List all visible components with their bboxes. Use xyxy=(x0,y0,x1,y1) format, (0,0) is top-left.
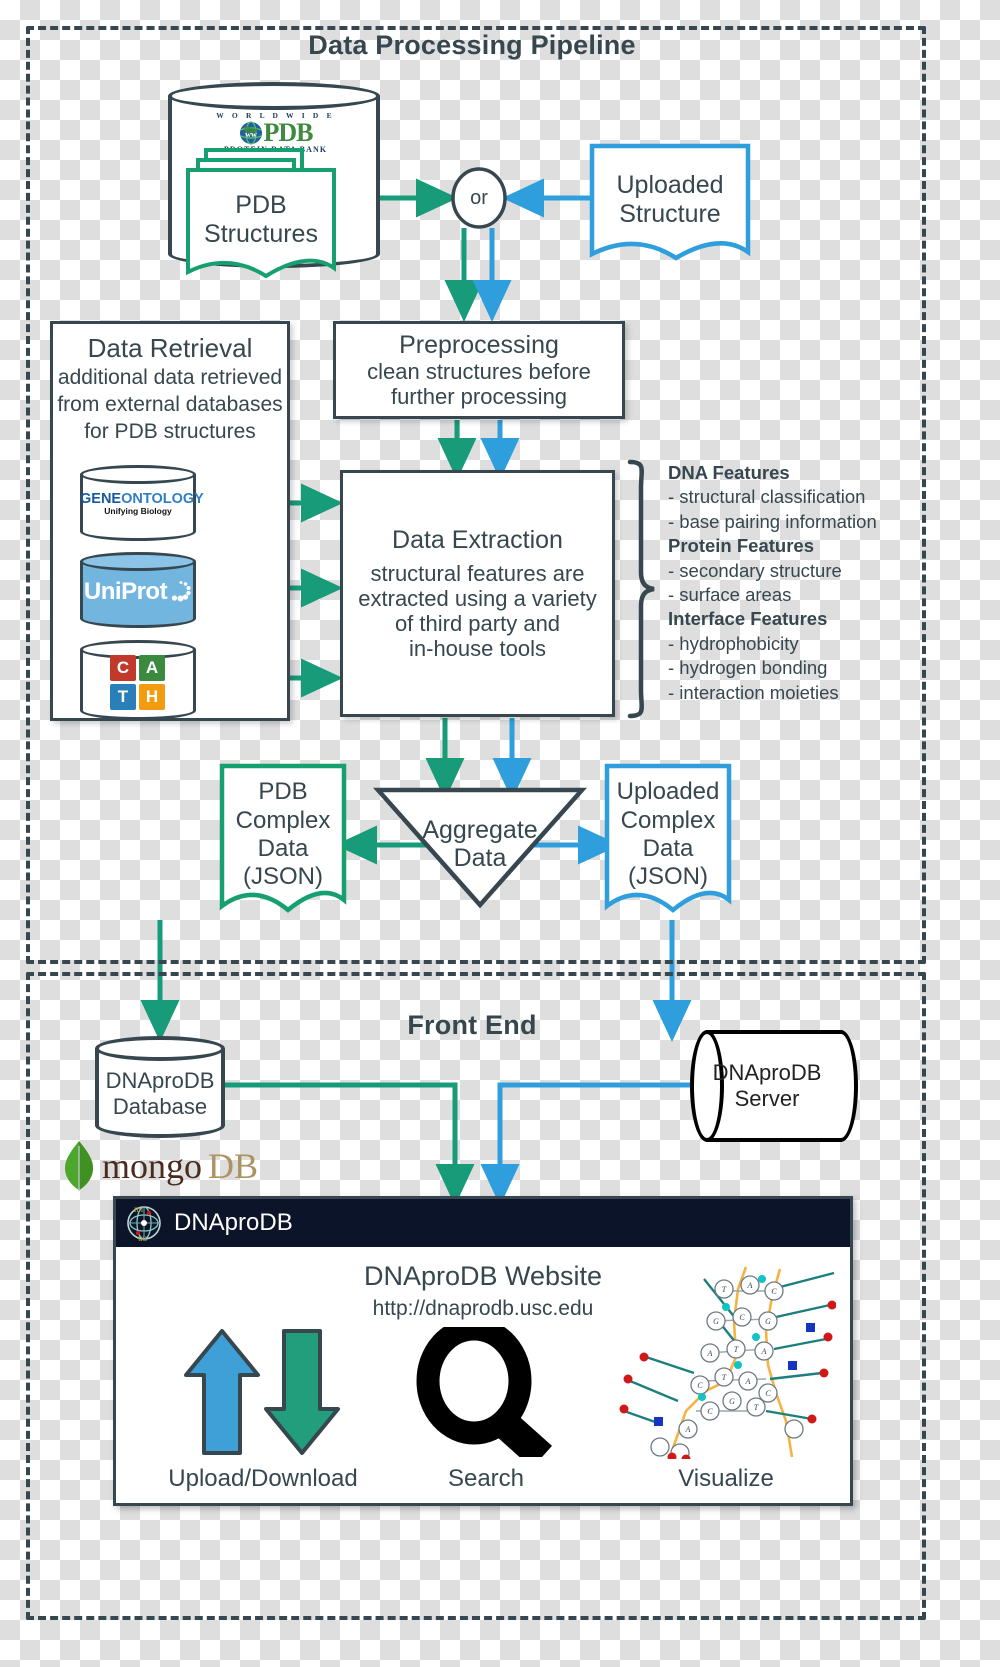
svg-text:G: G xyxy=(729,1397,735,1406)
or-gate: or xyxy=(450,167,508,229)
feature-header-interface: Interface Features xyxy=(668,608,828,630)
dnaprodb-server-label: DNAproDB Server xyxy=(712,1059,822,1111)
diagram-canvas: Data Processing Pipeline Front End W O R… xyxy=(0,0,1000,1667)
feature-item: - hydrogen bonding xyxy=(668,657,828,679)
pipeline-section-title: Data Processing Pipeline xyxy=(308,30,636,60)
visualization-preview[interactable]: ACG TCT ACA TAG CGT AC xyxy=(616,1261,836,1459)
cylinder-top xyxy=(80,552,196,571)
search-label: Search xyxy=(447,1465,525,1492)
upload-download-icon[interactable] xyxy=(154,1327,372,1457)
svg-text:C: C xyxy=(739,1313,745,1322)
uniprot-logo: UniProt xyxy=(80,572,196,612)
svg-text:ww: ww xyxy=(245,130,257,139)
gene-ontology-wordmark: GENEONTOLOGY xyxy=(80,491,204,507)
aggregate-line1: Aggregate xyxy=(422,816,538,844)
svg-text:T: T xyxy=(734,1345,739,1354)
svg-text:A: A xyxy=(745,1377,751,1386)
mongodb-word-mongo: mongo xyxy=(102,1146,203,1186)
preprocessing-sub1: clean structures before xyxy=(367,359,591,385)
dnaprodb-database-node: DNAproDB Database xyxy=(95,1036,225,1138)
cath-letter-h: H xyxy=(139,684,165,710)
mongodb-word-db: DB xyxy=(208,1146,259,1186)
feature-item: - base pairing information xyxy=(668,510,877,532)
svg-text:nn: nn xyxy=(134,1204,144,1214)
data-extraction-sub4: in-house tools xyxy=(409,635,546,661)
up-down-arrows-icon xyxy=(184,1329,340,1455)
uniprot-wordmark: UniProt xyxy=(83,578,168,605)
data-extraction-title: Data Extraction xyxy=(392,526,563,555)
svg-text:A: A xyxy=(685,1425,691,1434)
search-icon[interactable] xyxy=(396,1317,576,1469)
pdb-structures-banner: PDB Structures xyxy=(188,170,334,270)
visualize-label: Visualize xyxy=(678,1465,774,1492)
feature-item: - surface areas xyxy=(668,584,792,606)
cath-logo: C A T H xyxy=(110,655,165,710)
dnaprodb-website-panel: nn uu DNAproDB DNAproDB Website http://d… xyxy=(113,1196,853,1506)
svg-text:C: C xyxy=(765,1389,771,1398)
aggregate-line2: Data xyxy=(453,844,507,872)
svg-text:A: A xyxy=(707,1349,713,1358)
data-extraction-node: Data Extraction structural features are … xyxy=(340,470,615,717)
cath-letter-c: C xyxy=(110,655,136,681)
svg-text:A: A xyxy=(761,1347,767,1356)
wwpdb-logo: W O R L D W I D E ww PDB PROTEIN DATA BA… xyxy=(198,112,353,154)
uniprot-dots-icon xyxy=(171,581,191,602)
website-navbar: nn uu DNAproDB xyxy=(116,1199,850,1247)
data-extraction-sub2: extracted using a variety xyxy=(358,585,597,611)
mongodb-logo: mongo DB xyxy=(62,1140,258,1192)
feature-item: - interaction moieties xyxy=(668,681,839,703)
cylinder-top xyxy=(80,465,196,484)
mongodb-leaf-icon xyxy=(65,1141,93,1191)
dnaprodb-logo-icon: nn uu xyxy=(127,1204,161,1243)
data-extraction-sub1: structural features are xyxy=(370,560,585,586)
data-extraction-sub3: of third party and xyxy=(394,610,561,636)
preprocessing-sub2: further processing xyxy=(390,384,568,410)
upload-download-label: Upload/Download xyxy=(168,1465,358,1492)
website-brand-label[interactable]: DNAproDB xyxy=(174,1209,293,1237)
data-retrieval-sub2: from external databases xyxy=(57,393,283,416)
data-retrieval-title: Data Retrieval xyxy=(87,333,253,363)
data-retrieval-sub1: additional data retrieved xyxy=(57,366,283,389)
preprocessing-node: Preprocessing clean structures before fu… xyxy=(333,321,625,419)
preprocessing-title: Preprocessing xyxy=(399,330,559,359)
wwpdb-subtitle: PROTEIN DATA BANK xyxy=(223,144,328,154)
cylinder-top xyxy=(168,82,380,110)
magnifier-icon xyxy=(416,1317,553,1469)
svg-text:C: C xyxy=(697,1381,703,1390)
svg-text:G: G xyxy=(765,1317,771,1326)
svg-text:G: G xyxy=(713,1317,719,1326)
dnaprodb-database-label: DNAproDB Database xyxy=(105,1068,215,1119)
feature-header-dna: DNA Features xyxy=(668,462,790,483)
feature-item: - structural classification xyxy=(668,486,866,508)
svg-text:T: T xyxy=(722,1373,727,1382)
svg-text:uu: uu xyxy=(138,1233,148,1243)
uploaded-complex-data-node: Uploaded Complex Data (JSON) xyxy=(607,766,729,906)
svg-text:C: C xyxy=(771,1287,777,1296)
svg-text:T: T xyxy=(722,1285,727,1294)
uploaded-structure-label: Uploaded Structure xyxy=(616,170,724,229)
pdb-structures-banner-label: PDB Structures xyxy=(204,190,318,249)
svg-text:A: A xyxy=(747,1281,753,1290)
or-gate-label: or xyxy=(470,186,488,209)
cath-letter-a: A xyxy=(139,655,165,681)
feature-header-protein: Protein Features xyxy=(668,535,814,557)
globe-icon: ww xyxy=(239,120,262,145)
gene-ontology-tagline: Unifying Biology xyxy=(104,506,172,517)
dnaprodb-server-node: DNAproDB Server xyxy=(690,1030,858,1142)
dna-interaction-graph-icon: ACG TCT ACA T AG C GT AC xyxy=(619,1266,836,1459)
pdb-complex-data-node: PDB Complex Data (JSON) xyxy=(222,766,344,906)
feature-item: - secondary structure xyxy=(668,559,842,581)
uploaded-structure-node: Uploaded Structure xyxy=(592,146,748,254)
feature-item: - hydrophobicity xyxy=(668,632,799,654)
pdb-complex-label: PDB Complex Data (JSON) xyxy=(235,778,331,891)
wwpdb-acronym: PDB xyxy=(263,117,314,147)
svg-text:C: C xyxy=(707,1407,713,1416)
gene-ontology-logo: GENEONTOLOGY Unifying Biology xyxy=(80,491,204,517)
data-retrieval-sub3: for PDB structures xyxy=(84,420,256,443)
svg-text:T: T xyxy=(754,1403,759,1412)
cath-letter-t: T xyxy=(110,684,136,710)
uploaded-complex-label: Uploaded Complex Data (JSON) xyxy=(616,778,720,891)
features-list: DNA Features - structural classification… xyxy=(668,461,968,705)
aggregate-data-node: Aggregate Data xyxy=(378,808,582,880)
